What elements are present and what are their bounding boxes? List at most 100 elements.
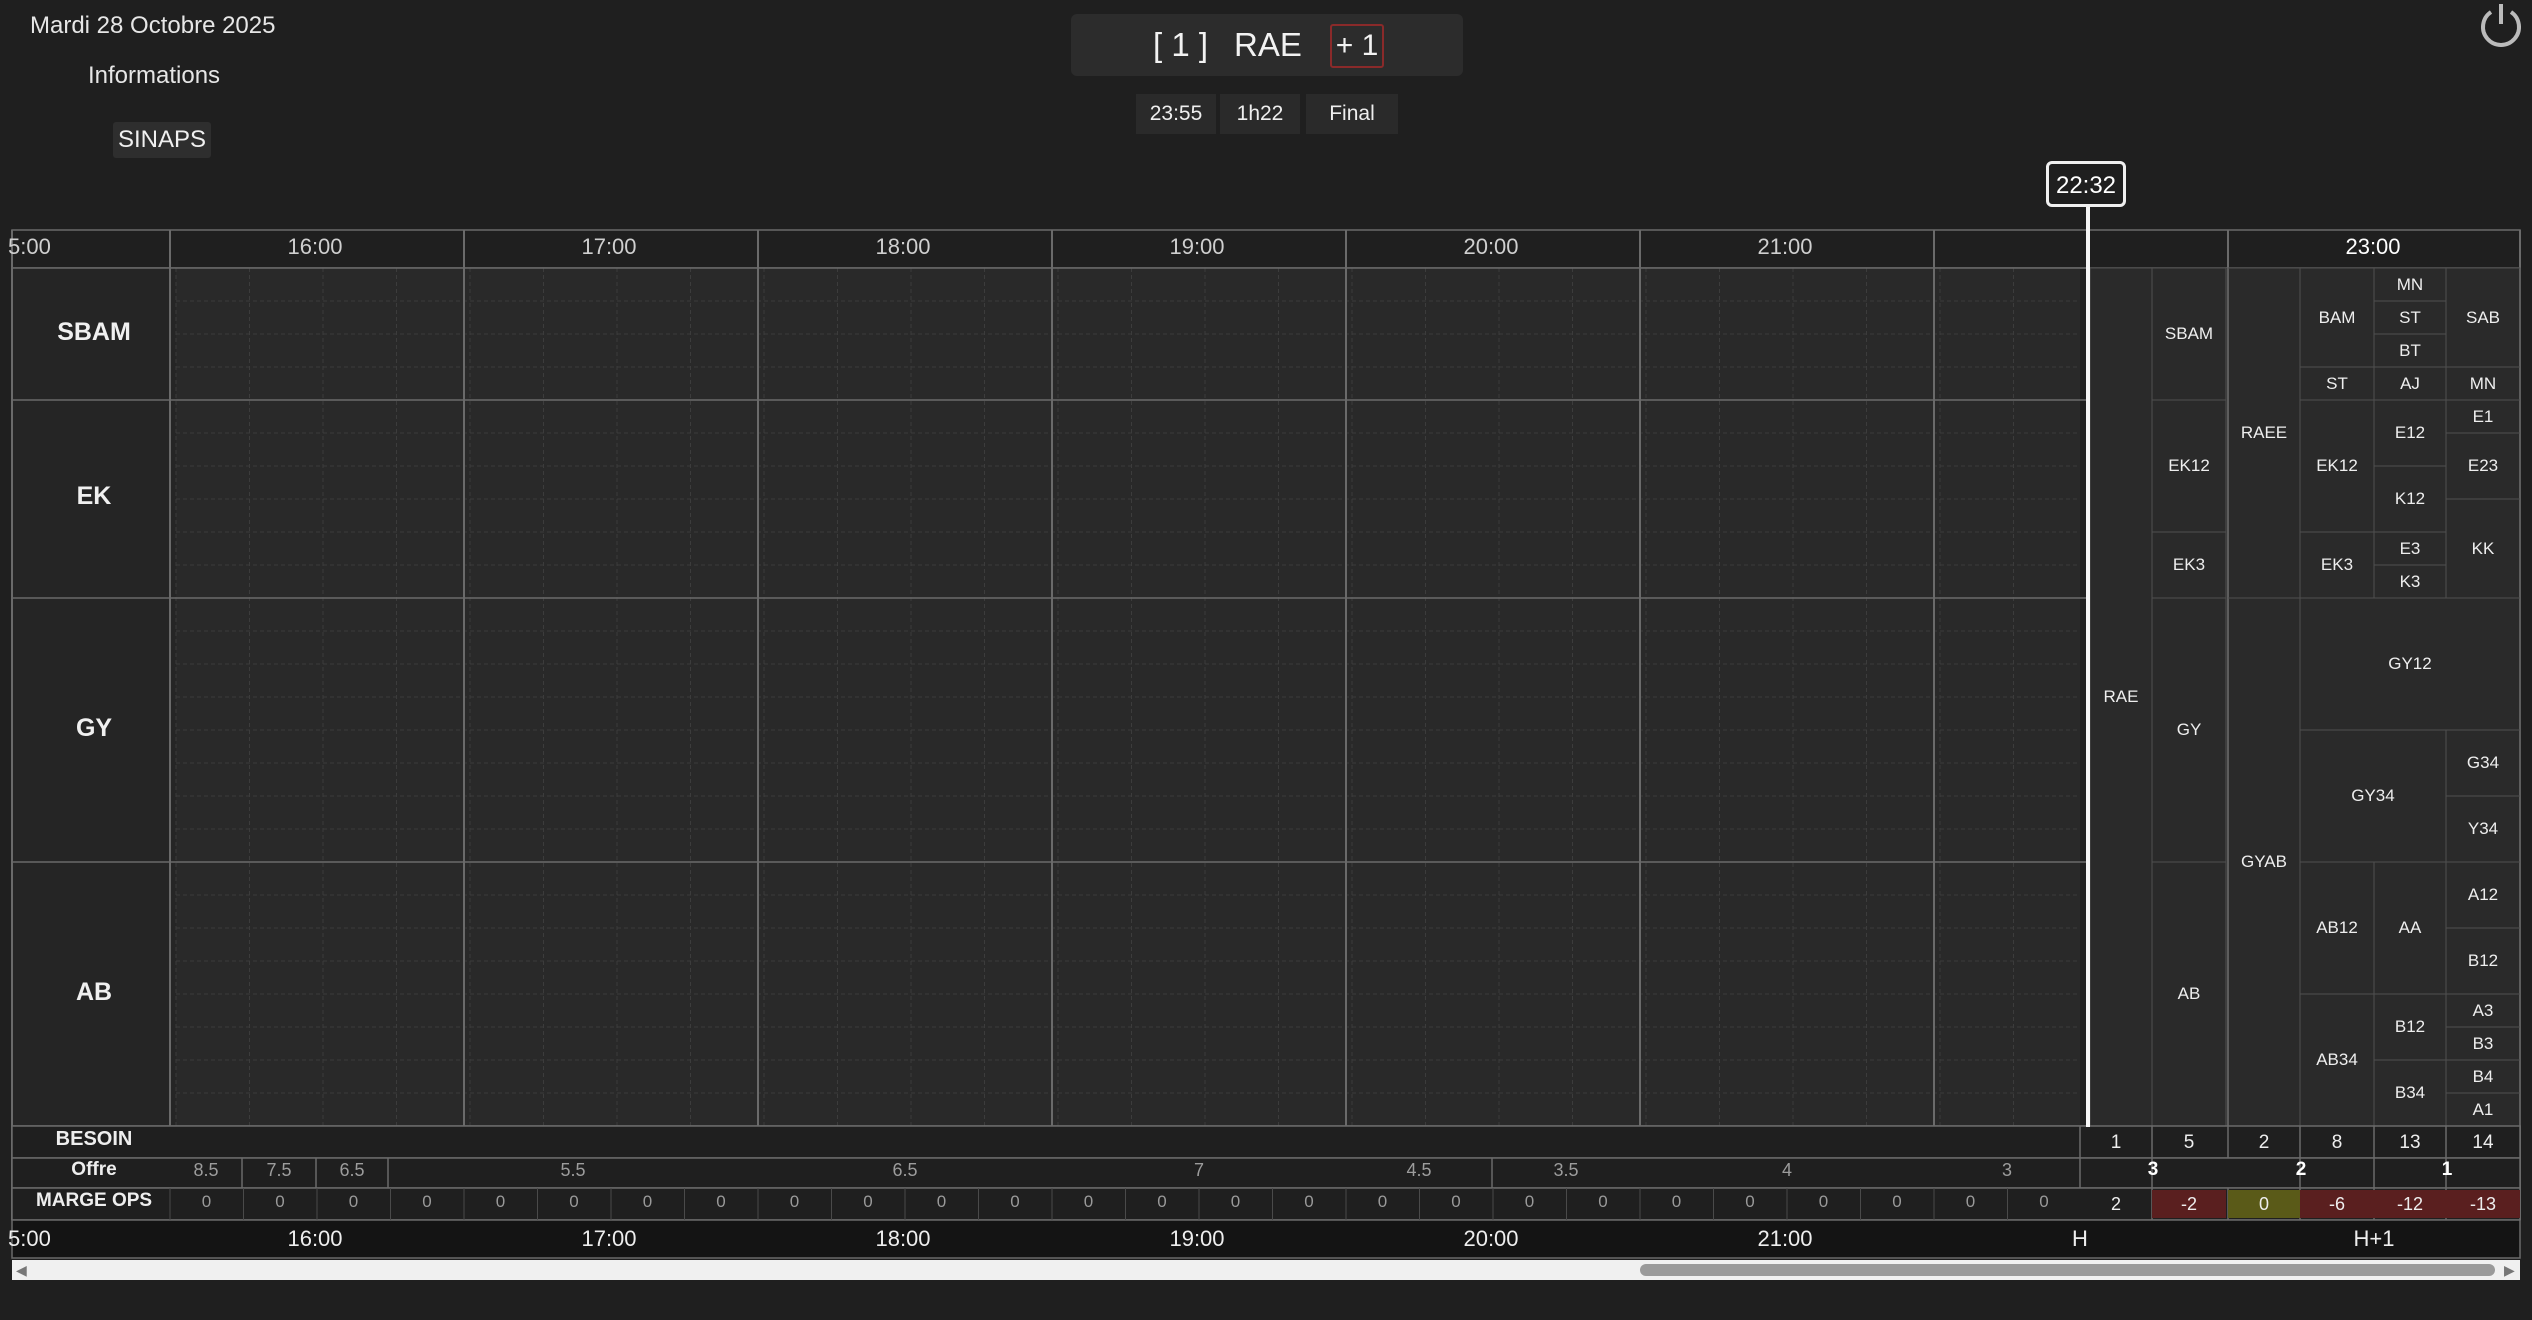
sector-bt[interactable]: BT	[2374, 334, 2446, 367]
besoin-value: 2	[2258, 1132, 2270, 1153]
marge-value: 0	[863, 1192, 873, 1211]
marge-value: 0	[495, 1192, 506, 1211]
sector-g34[interactable]: G34	[2446, 730, 2520, 796]
sector-ek3[interactable]: EK3	[2152, 532, 2226, 598]
row-label-ek: EK	[76, 482, 112, 510]
hour-header: 20:00	[1463, 234, 1519, 259]
scroll-right-icon[interactable]: ▶	[2504, 1262, 2515, 1279]
marge-value: 0	[1230, 1192, 1241, 1211]
current-time-line	[2086, 207, 2090, 1127]
marge-value: 0	[1524, 1192, 1535, 1211]
scrollbar-thumb[interactable]	[1640, 1264, 2495, 1276]
sector-ab[interactable]: AB	[2152, 862, 2226, 1126]
sector-ek12-b[interactable]: EK12	[2300, 400, 2374, 532]
sector-y34[interactable]: Y34	[2446, 796, 2520, 862]
marge-value: 0	[201, 1192, 212, 1211]
scroll-left-icon[interactable]: ◀	[16, 1262, 27, 1279]
sector-k12[interactable]: K12	[2374, 466, 2446, 532]
sector-raee[interactable]: RAEE	[2228, 268, 2300, 598]
sector-ek12[interactable]: EK12	[2152, 400, 2226, 532]
marge-value: 0	[936, 1192, 947, 1211]
marge-value: 0	[1451, 1192, 1461, 1211]
sector-aj[interactable]: AJ	[2374, 367, 2446, 400]
offre-value: 4.5	[1406, 1160, 1432, 1180]
offre-value: 4	[1781, 1160, 1792, 1180]
offre-value: 6.5	[339, 1160, 365, 1180]
sector-rae[interactable]: RAE	[2090, 268, 2152, 1126]
marge-value: 2	[2110, 1193, 2121, 1214]
sector-gy[interactable]: GY	[2152, 598, 2226, 862]
marge-value: 0	[1157, 1192, 1167, 1211]
marge-value-negative: -12	[2374, 1190, 2446, 1218]
offre-value: 2	[2295, 1159, 2307, 1180]
offre-value: 3.5	[1553, 1160, 1579, 1180]
row-label-sbam: SBAM	[57, 318, 131, 346]
marge-value: 0	[1818, 1192, 1829, 1211]
sector-st[interactable]: ST	[2300, 367, 2374, 400]
offre-label: Offre	[71, 1159, 117, 1180]
marge-value: 0	[642, 1192, 653, 1211]
sector-b4[interactable]: B4	[2446, 1060, 2520, 1093]
offre-value: 5.5	[560, 1160, 586, 1180]
hour-header: 18:00	[875, 234, 931, 259]
marge-value: 0	[348, 1192, 359, 1211]
sector-a1[interactable]: A1	[2446, 1093, 2520, 1126]
sector-e23[interactable]: E23	[2446, 433, 2520, 499]
marge-value-negative: -6	[2300, 1190, 2374, 1218]
sector-gy12[interactable]: GY12	[2300, 598, 2520, 730]
footer-hour-h: H	[2072, 1226, 2088, 1251]
sector-aa[interactable]: AA	[2374, 862, 2446, 994]
hour-header: 19:00	[1169, 234, 1225, 259]
sector-e3[interactable]: E3	[2374, 532, 2446, 565]
footer-hour: 5:00	[8, 1226, 51, 1251]
offre-value: 3	[2001, 1160, 2012, 1180]
hour-header: 5:00	[8, 234, 51, 259]
marge-value: 0	[422, 1192, 432, 1211]
marge-value: 0	[1598, 1192, 1608, 1211]
hour-header: 23:00	[2345, 234, 2401, 259]
marge-label: MARGE OPS	[35, 1190, 153, 1211]
marge-value-warning: 0	[2228, 1190, 2300, 1218]
marge-value: 0	[275, 1192, 285, 1211]
sector-b3[interactable]: B3	[2446, 1027, 2520, 1060]
marge-value-negative: -2	[2152, 1190, 2226, 1218]
sector-sbam[interactable]: SBAM	[2152, 268, 2226, 400]
sector-ab34[interactable]: AB34	[2300, 994, 2374, 1126]
sector-sab[interactable]: SAB	[2446, 268, 2520, 367]
sector-a3[interactable]: A3	[2446, 994, 2520, 1027]
sector-b12[interactable]: B12	[2374, 994, 2446, 1060]
row-label-ab: AB	[75, 978, 113, 1006]
sector-mn[interactable]: MN	[2374, 268, 2446, 301]
current-time-marker: 22:32	[2046, 161, 2126, 207]
sector-ek3-b[interactable]: EK3	[2300, 532, 2374, 598]
footer-hour: 16:00	[287, 1226, 343, 1251]
sector-b12-c[interactable]: B12	[2446, 928, 2520, 994]
sector-e12[interactable]: E12	[2374, 400, 2446, 466]
sector-ab12[interactable]: AB12	[2300, 862, 2374, 994]
sector-k3[interactable]: K3	[2374, 565, 2446, 598]
sector-e1[interactable]: E1	[2446, 400, 2520, 433]
offre-value: 7.5	[266, 1160, 292, 1180]
marge-value: 0	[1377, 1192, 1388, 1211]
footer-hour: 19:00	[1169, 1226, 1225, 1251]
sector-st-b[interactable]: ST	[2374, 301, 2446, 334]
footer-hour: 20:00	[1463, 1226, 1519, 1251]
offre-value: 3	[2147, 1159, 2159, 1180]
sector-gyab[interactable]: GYAB	[2228, 598, 2300, 1126]
sector-b34[interactable]: B34	[2374, 1060, 2446, 1126]
besoin-value: 1	[2110, 1132, 2122, 1153]
footer-hour: 21:00	[1757, 1226, 1813, 1251]
sector-kk[interactable]: KK	[2446, 499, 2520, 598]
besoin-value: 14	[2472, 1132, 2494, 1153]
sector-bam[interactable]: BAM	[2300, 268, 2374, 367]
marge-value: 0	[1965, 1192, 1976, 1211]
offre-value: 8.5	[193, 1160, 219, 1180]
sector-gy34[interactable]: GY34	[2300, 730, 2446, 862]
sector-mn-c[interactable]: MN	[2446, 367, 2520, 400]
hour-header: 21:00	[1757, 234, 1813, 259]
marge-value: 0	[1304, 1192, 1314, 1211]
sector-a12[interactable]: A12	[2446, 862, 2520, 928]
footer-hour-h1: H+1	[2353, 1226, 2395, 1251]
marge-value: 0	[1671, 1192, 1682, 1211]
hour-header: 17:00	[581, 234, 637, 259]
